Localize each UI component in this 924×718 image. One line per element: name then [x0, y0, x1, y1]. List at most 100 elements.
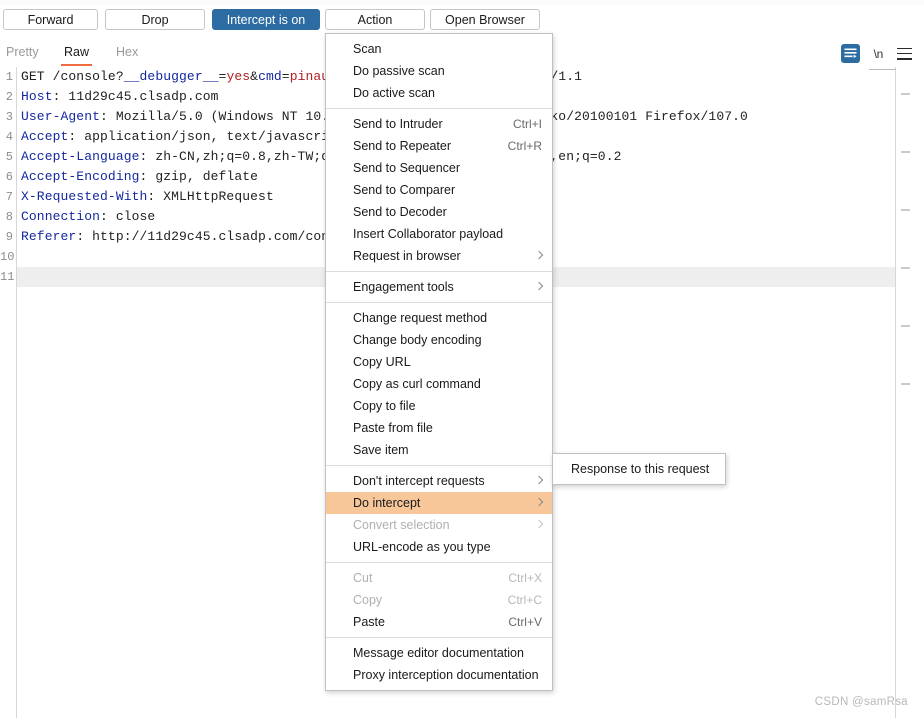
menu-item-paste[interactable]: Paste Ctrl+V — [326, 611, 552, 633]
menu-item-url-encode-as-you-type[interactable]: URL-encode as you type — [326, 536, 552, 558]
code-segment: X-Requested-With — [21, 189, 148, 204]
menu-item-label: URL-encode as you type — [353, 540, 491, 554]
menu-item-send-to-decoder[interactable]: Send to Decoder — [326, 201, 552, 223]
menu-item-shortcut: Ctrl+R — [507, 139, 542, 153]
menu-item-send-to-repeater[interactable]: Send to Repeater Ctrl+R — [326, 135, 552, 157]
line-number: 3 — [5, 110, 13, 124]
chevron-right-icon — [535, 514, 543, 536]
menu-separator — [326, 108, 552, 109]
show-newlines-icon[interactable]: \n — [874, 47, 884, 61]
menu-item-label: Scan — [353, 42, 382, 56]
menu-item-save-item[interactable]: Save item — [326, 439, 552, 461]
menu-item-label: Do passive scan — [353, 64, 445, 78]
menu-item-don-t-intercept-requests[interactable]: Don't intercept requests — [326, 470, 552, 492]
menu-separator — [326, 562, 552, 563]
menu-item-shortcut: Ctrl+C — [507, 593, 542, 607]
minimap-tick — [901, 151, 910, 153]
menu-item-copy-url[interactable]: Copy URL — [326, 351, 552, 373]
menu-item-request-in-browser[interactable]: Request in browser — [326, 245, 552, 267]
code-segment: Accept-Encoding — [21, 169, 140, 184]
menu-item-shortcut: Ctrl+X — [508, 571, 542, 585]
menu-item-label: Send to Decoder — [353, 205, 447, 219]
menu-item-message-editor-documentation[interactable]: Message editor documentation — [326, 642, 552, 664]
open-browser-button[interactable]: Open Browser — [430, 9, 540, 30]
menu-item-shortcut: Ctrl+I — [512, 117, 542, 131]
code-segment: : gzip, deflate — [139, 169, 259, 184]
menu-separator — [326, 302, 552, 303]
code-segment: Host — [21, 89, 53, 104]
minimap-tick — [901, 383, 910, 385]
format-lines-icon[interactable] — [840, 44, 860, 63]
menu-item-label: Copy to file — [353, 399, 416, 413]
menu-item-label: Response to this request — [571, 462, 710, 476]
menu-item-label: Send to Intruder — [353, 117, 443, 131]
code-segment: : 11d29c45.clsadp.com — [52, 89, 219, 104]
menu-item-label: Paste — [353, 615, 385, 629]
menu-item-scan[interactable]: Scan — [326, 38, 552, 60]
line-number: 11 — [0, 270, 15, 284]
menu-separator — [326, 465, 552, 466]
code-segment: Referer — [21, 229, 77, 244]
menu-item-change-request-method[interactable]: Change request method — [326, 307, 552, 329]
chevron-right-icon — [535, 276, 543, 298]
tab-hex[interactable]: Hex — [114, 43, 144, 66]
menu-item-label: Message editor documentation — [353, 646, 524, 660]
menu-item-label: Change body encoding — [353, 333, 482, 347]
menu-item-engagement-tools[interactable]: Engagement tools — [326, 276, 552, 298]
forward-button[interactable]: Forward — [3, 9, 98, 30]
menu-item-copy: Copy Ctrl+C — [326, 589, 552, 611]
menu-item-do-intercept[interactable]: Do intercept — [326, 492, 552, 514]
menu-item-send-to-comparer[interactable]: Send to Comparer — [326, 179, 552, 201]
menu-item-copy-as-curl-command[interactable]: Copy as curl command — [326, 373, 552, 395]
menu-separator — [326, 271, 552, 272]
menu-item-send-to-sequencer[interactable]: Send to Sequencer — [326, 157, 552, 179]
menu-item-label: Paste from file — [353, 421, 433, 435]
menu-item-label: Do active scan — [353, 86, 435, 100]
menu-item-label: Cut — [353, 571, 373, 585]
line-number: 9 — [5, 230, 13, 244]
action-context-menu[interactable]: Scan Do passive scan Do active scan Send to… — [325, 33, 553, 691]
tab-pretty[interactable]: Pretty — [4, 43, 44, 66]
editor-toolbar-icons: \n — [840, 43, 912, 64]
minimap-divider — [869, 69, 896, 70]
menu-item-label: Engagement tools — [353, 280, 454, 294]
menu-item-do-passive-scan[interactable]: Do passive scan — [326, 60, 552, 82]
line-number: 6 — [5, 170, 13, 184]
hamburger-icon[interactable] — [897, 47, 912, 60]
editor-minimap-scrollbar[interactable] — [869, 67, 924, 718]
code-segment: : close — [100, 209, 156, 224]
menu-item-send-to-intruder[interactable]: Send to Intruder Ctrl+I — [326, 113, 552, 135]
menu-item-do-active-scan[interactable]: Do active scan — [326, 82, 552, 104]
code-segment: Connection — [21, 209, 101, 224]
menu-item-shortcut: Ctrl+V — [508, 615, 542, 629]
action-button[interactable]: Action — [325, 9, 425, 30]
menu-item-label: Convert selection — [353, 518, 450, 532]
submenu-item-response-to-this-request[interactable]: Response to this request — [553, 458, 725, 480]
menu-item-label: Change request method — [353, 311, 488, 325]
code-segment: cmd — [258, 69, 282, 84]
code-segment: : http://11d29c45.clsadp.com/console — [76, 229, 361, 244]
code-segment: & — [250, 69, 259, 84]
menu-item-label: Copy URL — [353, 355, 411, 369]
code-segment: : XMLHttpRequest — [147, 189, 274, 204]
drop-button[interactable]: Drop — [105, 9, 205, 30]
menu-item-label: Copy — [353, 593, 383, 607]
do-intercept-submenu[interactable]: Response to this request — [552, 453, 726, 485]
menu-item-change-body-encoding[interactable]: Change body encoding — [326, 329, 552, 351]
menu-item-label: Request in browser — [353, 249, 461, 263]
menu-item-insert-collaborator-payload[interactable]: Insert Collaborator payload — [326, 223, 552, 245]
menu-item-label: Do intercept — [353, 496, 421, 510]
menu-item-proxy-interception-documentation[interactable]: Proxy interception documentation — [326, 664, 552, 686]
chevron-right-icon — [535, 245, 543, 267]
menu-item-paste-from-file[interactable]: Paste from file — [326, 417, 552, 439]
minimap-tick — [901, 209, 910, 211]
line-number: 4 — [5, 130, 13, 144]
code-segment: Accept-Language — [21, 149, 140, 164]
menu-item-label: Send to Sequencer — [353, 161, 461, 175]
menu-item-cut: Cut Ctrl+X — [326, 567, 552, 589]
intercept-toggle-button[interactable]: Intercept is on — [212, 9, 320, 30]
line-number: 8 — [5, 210, 13, 224]
tab-raw[interactable]: Raw — [61, 43, 92, 66]
menu-item-copy-to-file[interactable]: Copy to file — [326, 395, 552, 417]
menu-item-label: Insert Collaborator payload — [353, 227, 504, 241]
